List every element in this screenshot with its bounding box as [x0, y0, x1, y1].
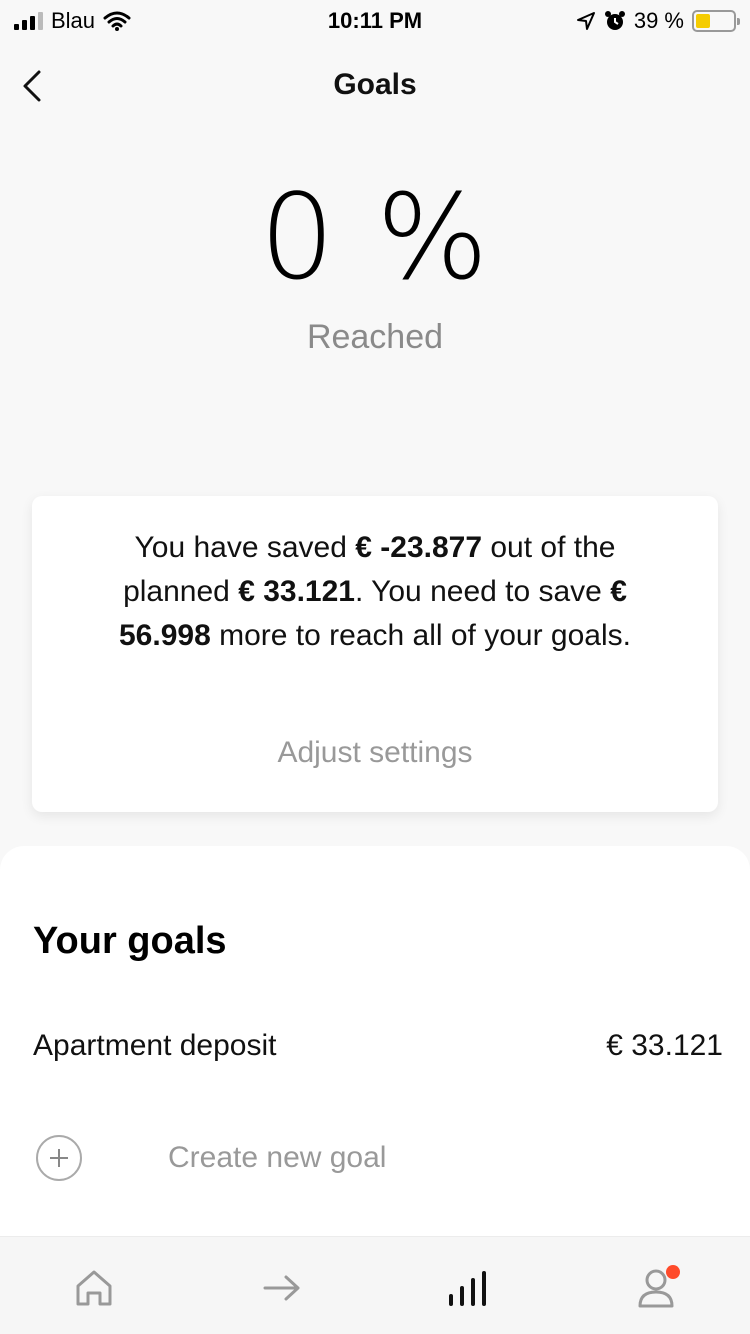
bar-chart-icon [449, 1271, 486, 1306]
create-goal-button[interactable]: Create new goal [36, 1134, 536, 1182]
battery-icon [692, 10, 740, 32]
summary-prefix: You have saved [134, 531, 347, 564]
goal-item[interactable]: Apartment deposit € 33.121 [33, 1024, 723, 1068]
progress-percent: 0 % [259, 168, 491, 306]
saved-amount: € -23.877 [355, 531, 483, 564]
home-icon [76, 1270, 112, 1306]
tab-statistics[interactable] [438, 1265, 498, 1311]
planned-amount: € 33.121 [238, 575, 355, 608]
battery-fill [696, 14, 711, 28]
location-icon [576, 12, 595, 30]
plus-circle-icon [36, 1135, 82, 1181]
nav-header: Goals [0, 56, 750, 116]
savings-summary-card: You have saved € -23.877 out of the plan… [32, 496, 718, 812]
page-title: Goals [333, 68, 417, 101]
goal-amount: € 33.121 [606, 1029, 723, 1062]
tab-bar [0, 1236, 750, 1334]
goal-name: Apartment deposit [33, 1029, 277, 1062]
progress-caption: Reached [306, 318, 444, 356]
arrow-right-icon [263, 1275, 300, 1301]
create-goal-label: Create new goal [168, 1141, 387, 1174]
summary-middle2: . You need to save [354, 575, 602, 608]
summary-suffix: more to reach all of your goals. [219, 619, 631, 652]
alarm-icon [604, 11, 625, 30]
status-bar: Blau 10:11 PM 39 % [0, 0, 750, 40]
tab-profile[interactable] [626, 1265, 686, 1311]
battery-percent: 39 % [633, 8, 684, 33]
tab-home[interactable] [64, 1265, 124, 1311]
goals-heading: Your goals [33, 920, 227, 962]
notification-badge [666, 1265, 680, 1279]
status-right: 39 % [576, 8, 740, 34]
tab-transfer[interactable] [252, 1265, 312, 1311]
goals-panel: Your goals Apartment deposit € 33.121 Cr… [0, 846, 750, 1236]
adjust-settings-link[interactable]: Adjust settings [32, 736, 718, 770]
summary-text: You have saved € -23.877 out of the plan… [92, 526, 658, 658]
